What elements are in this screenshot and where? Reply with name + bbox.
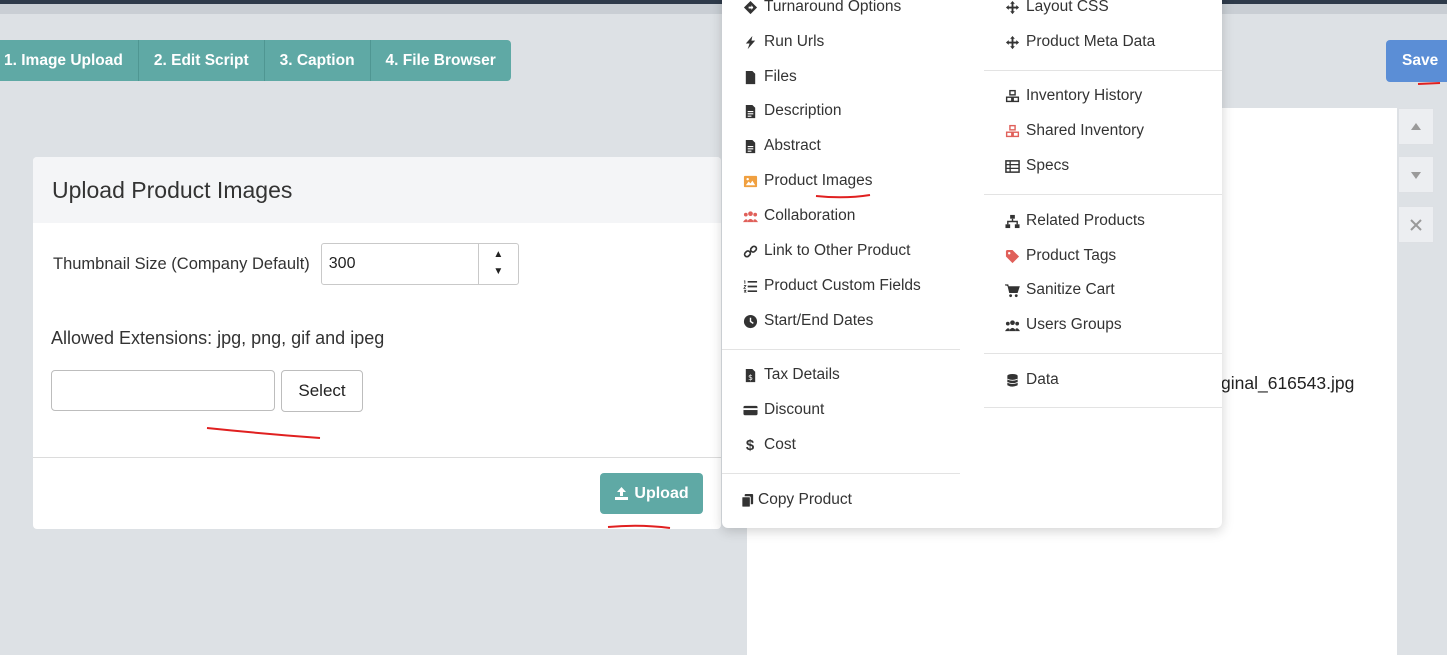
annotation-underline-upload [607, 524, 671, 529]
annotation-marks [206, 82, 1441, 529]
annotation-underline-product-images [815, 194, 871, 199]
annotation-underline-file-input [206, 427, 321, 439]
annotation-underline-save [1417, 82, 1441, 85]
